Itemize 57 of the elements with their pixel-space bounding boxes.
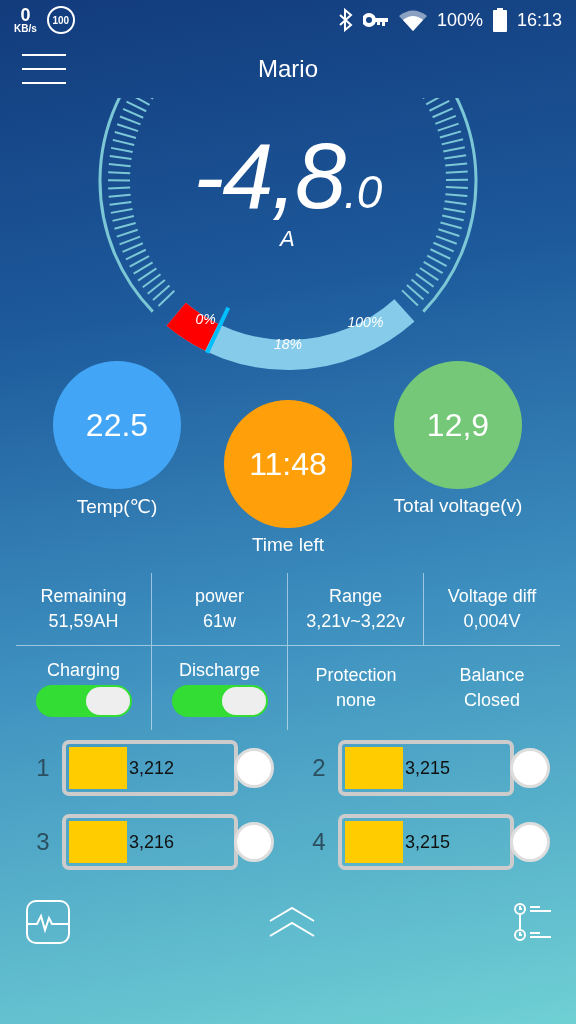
stat-circle: 12,9 xyxy=(394,361,522,489)
info-value: 0,004V xyxy=(463,611,521,632)
gauge-label: 0% xyxy=(195,310,216,327)
stat-label: Temp(℃) xyxy=(76,495,158,518)
info-label: Remaining xyxy=(40,586,127,607)
cell-indicator xyxy=(510,822,550,862)
net-speed: 0 xyxy=(20,6,31,24)
cell-fill xyxy=(69,821,127,863)
cell-number: 4 xyxy=(311,828,327,856)
cell-indicator xyxy=(234,822,274,862)
battery-icon xyxy=(492,8,507,32)
cell-voltage: 3,215 xyxy=(405,831,451,853)
battery-percent: 100% xyxy=(436,9,483,31)
cell-number: 3 xyxy=(35,828,51,856)
cell-indicator xyxy=(234,748,274,788)
cell-number: 2 xyxy=(311,754,327,782)
toggle-switch[interactable] xyxy=(35,684,132,717)
switch-label: Discharge xyxy=(178,659,260,681)
cell-indicator xyxy=(510,748,550,788)
gauge-low-zone xyxy=(166,302,219,351)
switch-label: Charging xyxy=(46,659,120,681)
info-label: Protection xyxy=(315,665,397,686)
stat-circle: 11:48 xyxy=(224,400,352,528)
cell-voltage: 3,215 xyxy=(405,757,451,779)
bluetooth-icon xyxy=(338,8,353,32)
info-label: Balance xyxy=(459,665,525,686)
stat-label: Total voltage(v) xyxy=(393,495,523,517)
info-value: Closed xyxy=(464,690,520,711)
info-label: Range xyxy=(328,586,382,607)
menu-button[interactable] xyxy=(22,54,66,84)
info-value: none xyxy=(335,690,376,711)
info-label: power xyxy=(195,586,244,607)
clock: 16:13 xyxy=(516,9,562,31)
current-value: -4,8 xyxy=(193,130,345,222)
cell-number: 1 xyxy=(35,754,51,782)
cell-voltage: 3,216 xyxy=(129,831,175,853)
stat-label: Time left xyxy=(251,534,325,556)
pulse-icon[interactable] xyxy=(26,900,70,947)
info-value: 3,21v~3,22v xyxy=(306,611,405,632)
cell-voltage: 3,212 xyxy=(129,757,175,779)
wifi-icon xyxy=(398,9,427,31)
net-unit: KB/s xyxy=(14,24,37,34)
gauge-reading: 18% xyxy=(274,336,302,352)
current-unit: A xyxy=(280,226,295,252)
notification-badge: 100 xyxy=(46,6,75,34)
info-label: Voltage diff xyxy=(447,586,537,607)
info-value: 61w xyxy=(203,611,236,632)
current-decimal: .0 xyxy=(344,166,383,218)
cell-fill xyxy=(345,747,403,789)
info-value: 51,59AH xyxy=(48,611,119,632)
stat-circle: 22.5 xyxy=(53,361,181,489)
cell-fill xyxy=(345,821,403,863)
key-icon xyxy=(362,13,389,27)
expand-icon[interactable] xyxy=(269,907,315,940)
toggle-switch[interactable] xyxy=(171,684,268,717)
device-name: Mario xyxy=(258,55,318,83)
cell-fill xyxy=(69,747,127,789)
